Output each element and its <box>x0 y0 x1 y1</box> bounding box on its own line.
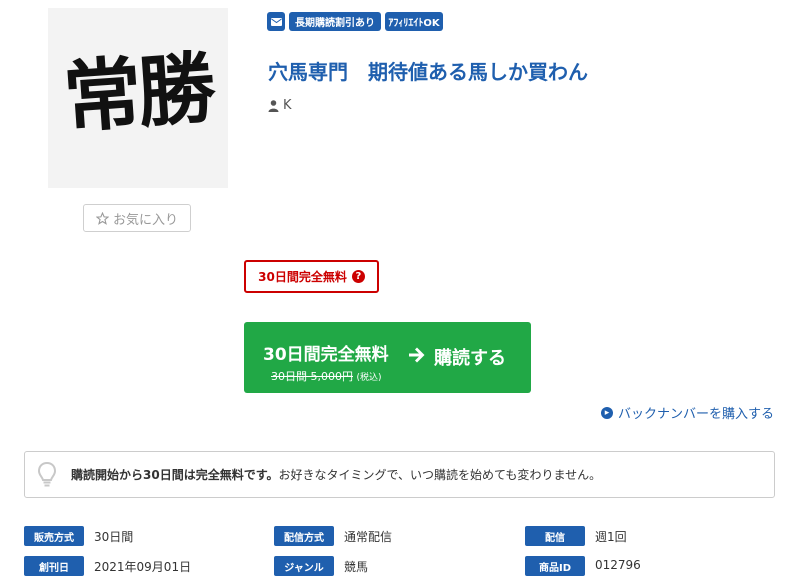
author-name: K <box>283 98 292 113</box>
favorite-button[interactable]: お気に入り <box>83 204 191 232</box>
logo-image: 常勝 <box>61 43 220 144</box>
author[interactable]: K <box>268 98 292 113</box>
subscribe-button[interactable]: 30日間完全無料 30日間 5,000円 (税込) 購読する <box>244 322 531 393</box>
envelope-icon <box>270 17 282 26</box>
favorite-label: お気に入り <box>112 212 178 228</box>
notice-text: 購読開始から30日間は完全無料です。お好きなタイミングで、いつ購読を始めても変わ… <box>71 466 601 483</box>
detail-value-frequency: 週1回 <box>595 530 627 544</box>
free-trial-badge[interactable]: 30日間完全無料 ? <box>244 260 379 293</box>
detail-value-product-id: 012796 <box>595 558 641 572</box>
backnumber-link[interactable]: ▸ バックナンバーを購入する <box>600 403 774 422</box>
old-price: 30日間 5,000円 <box>271 370 353 383</box>
long-term-discount-badge: 長期購読割引あり <box>289 12 381 31</box>
logo-text: 常勝 <box>61 43 220 144</box>
question-circle-icon[interactable]: ? <box>351 270 365 283</box>
detail-value-delivery-method: 通常配信 <box>344 530 393 544</box>
user-icon <box>268 99 279 112</box>
backnumber-label: バックナンバーを購入する <box>617 407 774 422</box>
notice-rest: お好きなタイミングで、いつ購読を始めても変わりません。 <box>278 468 602 482</box>
detail-label-product-id: 商品ID <box>525 556 585 576</box>
mail-badge <box>267 12 285 31</box>
affiliate-badge: ｱﾌｨﾘｴｲﾄOK <box>385 12 443 31</box>
free-trial-notice: 購読開始から30日間は完全無料です。お好きなタイミングで、いつ購読を始めても変わ… <box>24 451 775 498</box>
subscribe-action-label: 購読する <box>434 348 506 369</box>
detail-value-sales-method: 30日間 <box>94 530 134 544</box>
arrow-circle-right-icon: ▸ <box>600 406 613 419</box>
subscribe-old-price: 30日間 5,000円 (税込) <box>271 368 382 384</box>
tax-note: (税込) <box>356 373 382 383</box>
detail-value-genre[interactable]: 競馬 <box>344 558 368 575</box>
detail-label-sales-method: 販売方式 <box>24 526 84 546</box>
detail-label-frequency: 配信 <box>525 526 585 546</box>
notice-bold: 購読開始から30日間は完全無料です。 <box>71 468 279 482</box>
magazine-title: 穴馬専門 期待値ある馬しか買わん <box>268 60 588 84</box>
detail-label-delivery-method: 配信方式 <box>274 526 334 546</box>
lightbulb-icon <box>38 462 56 487</box>
free-trial-label: 30日間完全無料 <box>258 270 347 284</box>
arrow-right-icon <box>409 347 425 363</box>
detail-label-launch-date: 創刊日 <box>24 556 84 576</box>
subscribe-free-label: 30日間完全無料 <box>263 345 389 365</box>
detail-value-launch-date: 2021年09月01日 <box>94 560 192 574</box>
detail-label-genre: ジャンル <box>274 556 334 576</box>
magazine-logo: 常勝 <box>48 8 228 188</box>
star-outline-icon <box>95 211 109 225</box>
